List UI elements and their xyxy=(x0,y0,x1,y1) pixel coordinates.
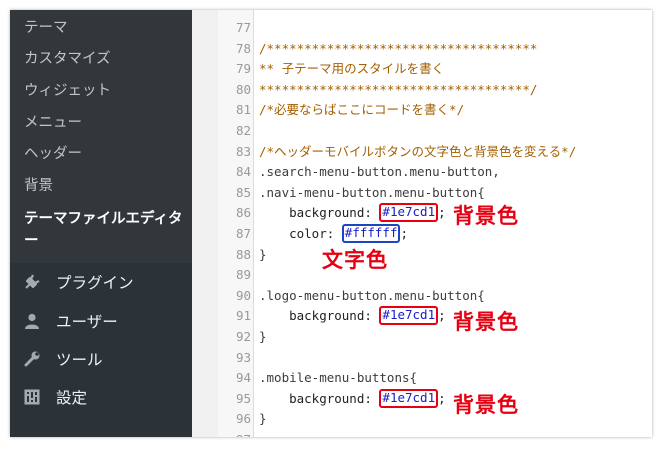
menu-item-label: ユーザー xyxy=(56,313,118,331)
code-token: /*ヘッダーモバイルボタンの文字色と背景色を変える*/ xyxy=(259,144,577,159)
annotation-label: 背景色 xyxy=(453,393,519,417)
line-number: 84 xyxy=(235,164,251,179)
highlighted-color-value: #ffffff xyxy=(341,224,401,243)
menu-item-label: 設定 xyxy=(56,389,88,407)
code-line[interactable]: .navi-menu-button.menu-button{ xyxy=(259,183,485,203)
code-line[interactable]: background: #1e7cd1; xyxy=(259,306,446,326)
code-token: ; xyxy=(438,391,446,406)
admin-sidebar: テーマカスタマイズ ウィジェット メニューヘッダー背景テーマファイルエディター プラ… xyxy=(10,10,192,437)
annotation-label: 背景色 xyxy=(453,310,519,334)
code-line[interactable]: .logo-menu-button.menu-button{ xyxy=(259,286,485,306)
code-line[interactable]: color: #ffffff; xyxy=(259,224,408,244)
code-token: ; xyxy=(400,226,409,241)
line-number: 97 xyxy=(218,430,251,437)
settings-icon xyxy=(21,386,43,408)
line-number: 94 xyxy=(235,370,251,385)
submenu-item-4[interactable]: ヘッダー xyxy=(24,142,82,166)
plugin-icon xyxy=(21,271,43,293)
code-token: .navi-menu-button.menu-button{ xyxy=(259,185,485,200)
submenu-item-5[interactable]: 背景 xyxy=(24,174,53,198)
code-token: color: xyxy=(259,226,342,241)
highlighted-color-value: #1e7cd1 xyxy=(379,389,439,408)
code-token: background: xyxy=(259,308,380,323)
code-line[interactable]: background: #1e7cd1; xyxy=(259,203,446,223)
code-token: ** 子テーマ用のスタイルを書く xyxy=(259,61,445,76)
line-number: 89 xyxy=(235,267,251,282)
code-token: ; xyxy=(438,308,446,323)
code-line[interactable]: /************************************ xyxy=(259,39,537,59)
editor-gap xyxy=(192,10,218,437)
code-token: ; xyxy=(438,205,446,220)
code-line[interactable]: ************************************/ xyxy=(259,80,537,100)
code-line[interactable]: } xyxy=(259,327,267,347)
submenu-item-1[interactable]: カスタマイズ xyxy=(24,47,111,71)
code-line[interactable]: /*ヘッダーモバイルボタンの文字色と背景色を変える*/ xyxy=(259,142,576,162)
code-line[interactable]: } xyxy=(259,409,267,429)
line-number: 81 xyxy=(235,102,251,117)
submenu-item-2[interactable]: ウィジェット xyxy=(24,79,111,103)
line-number: 92 xyxy=(235,329,251,344)
menu-item-label: プラグイン xyxy=(56,274,134,292)
code-line[interactable]: } xyxy=(259,245,267,265)
submenu-item-0[interactable]: テーマ xyxy=(24,16,68,40)
user-icon xyxy=(21,310,43,332)
code-line[interactable]: ** 子テーマ用のスタイルを書く xyxy=(259,59,444,79)
code-token: background: xyxy=(259,205,380,220)
line-number: 78 xyxy=(235,41,251,56)
line-number: 87 xyxy=(235,226,251,241)
line-number: 95 xyxy=(235,391,251,406)
screenshot-frame: テーマカスタマイズ ウィジェット メニューヘッダー背景テーマファイルエディター プラ… xyxy=(10,10,652,437)
line-number: 90 xyxy=(235,288,251,303)
code-token: /*必要ならばここにコードを書く*/ xyxy=(259,102,465,117)
code-token: .logo-menu-button.menu-button{ xyxy=(259,288,485,303)
annotation-label: 文字色 xyxy=(322,248,388,272)
line-number: 96 xyxy=(235,411,251,426)
line-number: 86 xyxy=(235,205,251,220)
line-number: 91 xyxy=(235,308,251,323)
submenu-item-6[interactable]: テーマファイルエディター xyxy=(24,208,184,249)
code-token: } xyxy=(259,247,267,262)
menu-item-0[interactable]: プラグイン xyxy=(10,264,192,300)
line-number: 85 xyxy=(235,185,251,200)
wrench-icon xyxy=(21,348,43,370)
code-token: background: xyxy=(259,391,380,406)
submenu-item-3[interactable]: メニュー xyxy=(24,111,82,135)
line-number: 93 xyxy=(235,350,251,365)
line-number: 79 xyxy=(235,61,251,76)
line-number: 83 xyxy=(235,144,251,159)
line-number: 77 xyxy=(235,20,251,35)
code-editor[interactable]: 77 78 /***********************************… xyxy=(192,10,652,437)
code-token: } xyxy=(259,329,267,344)
code-line[interactable]: .search-menu-button.menu-button, xyxy=(259,162,500,182)
code-token: /************************************ xyxy=(259,41,538,56)
code-line[interactable]: background: #1e7cd1; xyxy=(259,389,446,409)
code-line[interactable]: /*必要ならばここにコードを書く*/ xyxy=(259,100,464,120)
menu-item-2[interactable]: ツール xyxy=(10,341,192,377)
menu-item-label: ツール xyxy=(56,351,103,369)
menu-item-1[interactable]: ユーザー xyxy=(10,303,192,339)
annotation-label: 背景色 xyxy=(453,204,519,228)
code-token: .mobile-menu-buttons{ xyxy=(259,370,418,385)
highlighted-color-value: #1e7cd1 xyxy=(379,306,439,325)
highlighted-color-value: #1e7cd1 xyxy=(379,203,439,222)
code-token: ************************************/ xyxy=(259,82,538,97)
line-number: 82 xyxy=(235,123,251,138)
code-line[interactable]: .mobile-menu-buttons{ xyxy=(259,368,417,388)
line-number: 88 xyxy=(235,247,251,262)
code-token: } xyxy=(259,411,267,426)
code-token: .search-menu-button.menu-button, xyxy=(259,164,500,179)
line-number: 80 xyxy=(235,82,251,97)
appearance-submenu: テーマカスタマイズ ウィジェット メニューヘッダー背景テーマファイルエディター xyxy=(10,10,192,263)
menu-item-3[interactable]: 設定 xyxy=(10,379,192,415)
